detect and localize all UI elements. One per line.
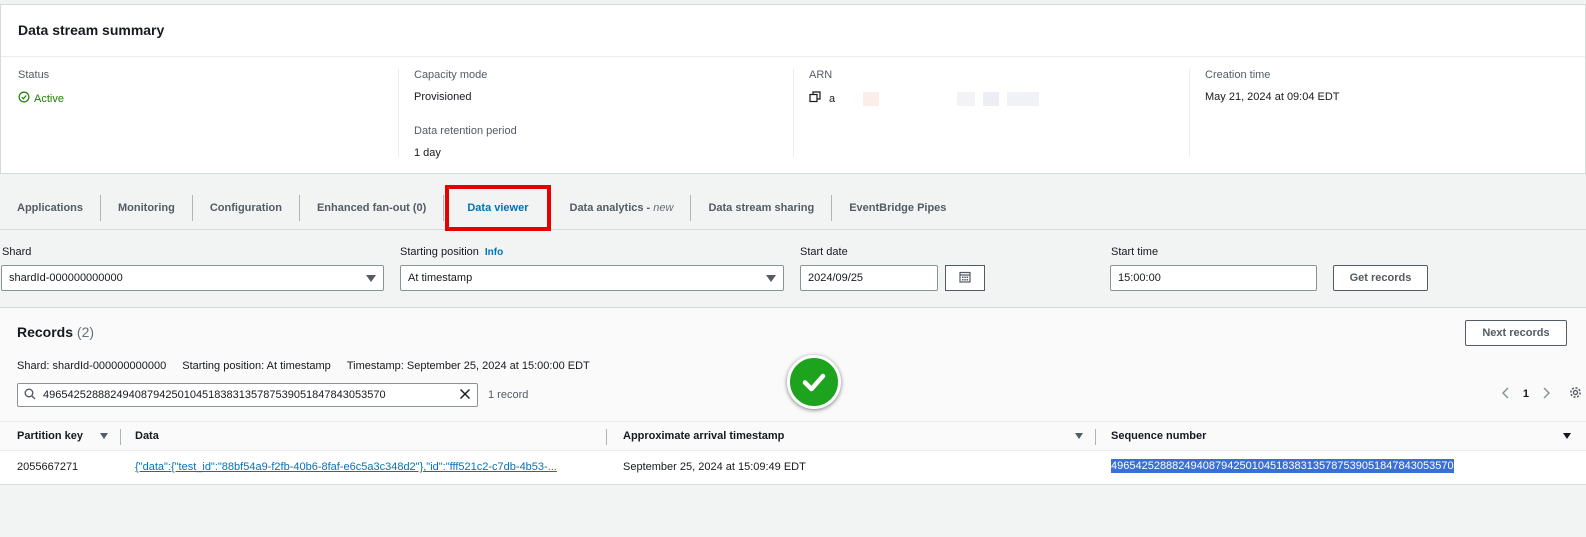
capacity-value: Provisioned	[414, 91, 472, 103]
cell-partition-key: 2055667271	[17, 461, 79, 473]
copy-icon[interactable]	[809, 91, 821, 106]
status-column: Status Active	[18, 69, 64, 106]
arn-column: ARN a	[809, 69, 1040, 106]
tab-configuration[interactable]: Configuration	[193, 194, 300, 221]
column-header-arrival[interactable]: Approximate arrival timestamp	[623, 430, 784, 442]
start-time-value: 15:00:00	[1118, 272, 1161, 284]
records-meta: Shard: shardId-000000000000 Starting pos…	[17, 360, 590, 372]
current-page[interactable]: 1	[1523, 388, 1529, 400]
data-stream-summary-panel: Data stream summary Status Active Capaci…	[0, 4, 1586, 174]
creation-column: Creation time May 21, 2024 at 09:04 EDT	[1205, 69, 1340, 103]
check-circle-icon	[18, 91, 30, 106]
cell-arrival: September 25, 2024 at 15:09:49 EDT	[623, 461, 806, 473]
redacted-block	[863, 91, 880, 106]
start-date-input[interactable]: 2024/09/25	[800, 265, 938, 291]
redacted-block	[1007, 91, 1040, 106]
cell-sequence-value: 4965425288824940879425010451838313578753…	[1111, 459, 1454, 473]
column-resizer[interactable]	[606, 429, 607, 445]
tab-applications[interactable]: Applications	[0, 194, 102, 221]
record-count: 1 record	[488, 389, 529, 401]
records-count: (2)	[76, 324, 95, 340]
success-check-icon	[787, 355, 841, 409]
meta-shard: Shard: shardId-000000000000	[17, 360, 167, 372]
search-icon	[24, 388, 36, 403]
redacted-block	[957, 91, 976, 106]
summary-title: Data stream summary	[18, 22, 165, 38]
sort-down-icon[interactable]	[1563, 433, 1571, 439]
search-value: 4965425288824940879425010451838313578753…	[43, 389, 386, 401]
redacted-block	[983, 91, 1000, 106]
calendar-icon	[959, 271, 971, 286]
sort-down-icon[interactable]	[1075, 433, 1083, 439]
starting-position-value: At timestamp	[408, 272, 473, 284]
capacity-column: Capacity mode Provisioned Data retention…	[414, 69, 517, 159]
tab-data-viewer[interactable]: Data viewer	[445, 184, 551, 231]
start-time-input[interactable]: 15:00:00	[1110, 265, 1317, 291]
retention-value: 1 day	[414, 147, 441, 159]
arn-value: a	[829, 92, 836, 105]
tab-data-analytics[interactable]: Data analytics - new	[553, 194, 692, 221]
chevron-left-icon[interactable]	[1501, 386, 1511, 402]
cell-sequence: 4965425288824940879425010451838313578753…	[1111, 459, 1454, 473]
summary-divider	[1, 56, 1585, 57]
meta-position: Starting position: At timestamp	[182, 360, 331, 372]
column-resizer[interactable]	[120, 429, 121, 445]
cell-data-link[interactable]: {"data":{"test_id":"88bf54a9-f2fb-40b6-8…	[135, 461, 557, 473]
status-label: Status	[18, 69, 50, 81]
column-divider	[398, 69, 399, 157]
next-records-button[interactable]: Next records	[1465, 320, 1567, 346]
start-time-label: Start time	[1111, 246, 1159, 258]
pagination: 1	[1501, 386, 1582, 402]
starting-position-select[interactable]: At timestamp	[400, 265, 784, 291]
shard-value: shardId-000000000000	[9, 272, 123, 284]
records-search-input[interactable]: 4965425288824940879425010451838313578753…	[17, 383, 478, 407]
calendar-button[interactable]	[945, 265, 985, 291]
meta-timestamp: Timestamp: September 25, 2024 at 15:00:0…	[346, 360, 590, 372]
tab-data-analytics-label: Data analytics -	[569, 201, 654, 214]
status-badge: Active	[18, 91, 64, 106]
chevron-right-icon[interactable]	[1541, 386, 1551, 402]
sort-down-icon[interactable]	[100, 433, 108, 439]
column-header-data[interactable]: Data	[135, 430, 159, 442]
column-header-partition-key[interactable]: Partition key	[17, 430, 83, 442]
tab-bar: Applications Monitoring Configuration En…	[0, 184, 1586, 231]
column-divider	[1189, 69, 1190, 157]
records-title-text: Records	[17, 324, 74, 340]
start-date-value: 2024/09/25	[808, 272, 864, 284]
tab-data-stream-sharing[interactable]: Data stream sharing	[691, 194, 833, 221]
shard-select[interactable]: shardId-000000000000	[1, 265, 384, 291]
status-value: Active	[34, 92, 64, 105]
info-link[interactable]: Info	[485, 247, 503, 258]
column-resizer[interactable]	[1095, 429, 1096, 445]
shard-label: Shard	[2, 246, 32, 258]
start-date-label: Start date	[800, 246, 848, 258]
get-records-button[interactable]: Get records	[1333, 265, 1428, 291]
gear-icon[interactable]	[1569, 386, 1582, 402]
starting-position-label: Starting position	[400, 246, 479, 258]
arn-label: ARN	[809, 69, 833, 81]
new-badge: new	[653, 201, 674, 214]
tab-eventbridge-pipes[interactable]: EventBridge Pipes	[832, 195, 963, 221]
tab-monitoring[interactable]: Monitoring	[101, 194, 193, 221]
column-divider	[793, 69, 794, 157]
caret-down-icon	[366, 274, 376, 282]
column-header-sequence[interactable]: Sequence number	[1111, 430, 1206, 442]
records-title: Records (2)	[17, 324, 94, 340]
tab-enhanced-fan-out[interactable]: Enhanced fan-out (0)	[300, 194, 445, 221]
capacity-label: Capacity mode	[414, 69, 488, 81]
arn-row: a	[809, 91, 1040, 106]
starting-position-label-row: Starting position Info	[400, 246, 503, 258]
records-table-header: Partition key Data Approximate arrival t…	[0, 421, 1586, 451]
clear-icon[interactable]	[459, 388, 471, 403]
creation-value: May 21, 2024 at 09:04 EDT	[1205, 91, 1340, 103]
retention-label: Data retention period	[414, 125, 517, 137]
creation-label: Creation time	[1205, 69, 1271, 81]
caret-down-icon	[766, 274, 776, 282]
table-row: 2055667271 {"data":{"test_id":"88bf54a9-…	[0, 451, 1586, 484]
